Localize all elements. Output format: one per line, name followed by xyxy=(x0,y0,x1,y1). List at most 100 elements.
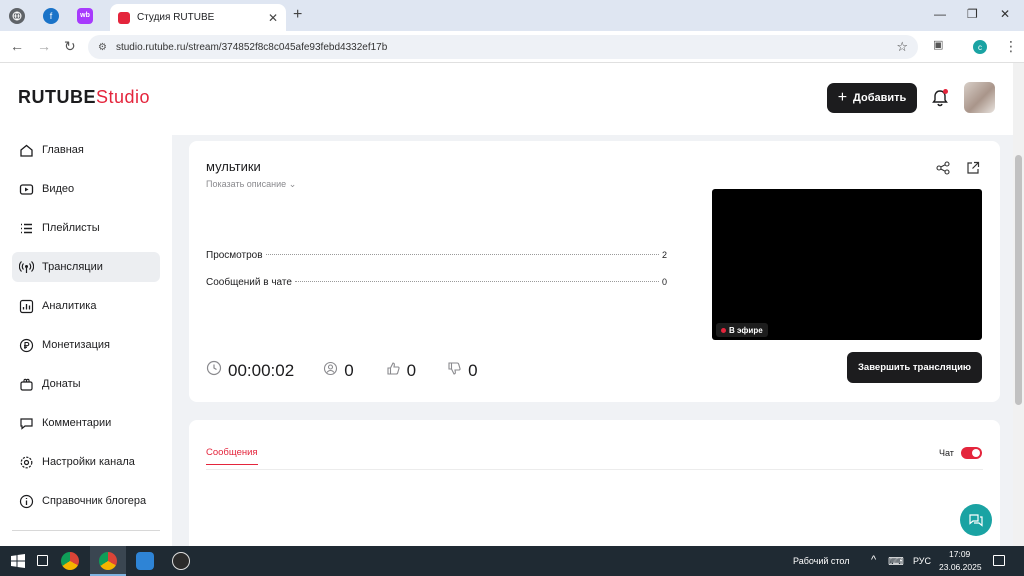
page-scrollbar[interactable] xyxy=(1013,63,1024,546)
likes-metric: 0 xyxy=(386,361,416,381)
sidebar-item-monetization[interactable]: Монетизация xyxy=(12,330,160,360)
sidebar-item-label: Комментарии xyxy=(42,417,112,429)
end-stream-button[interactable]: Завершить трансляцию xyxy=(847,352,982,383)
restore-icon[interactable]: ❐ xyxy=(967,7,978,21)
dotted-leader xyxy=(294,281,659,282)
sidebar: Главная Видео Плейлисты Трансляции Анали… xyxy=(0,135,172,546)
duration-value: 00:00:02 xyxy=(228,360,295,380)
new-tab-icon[interactable]: + xyxy=(293,6,302,24)
sidebar-item-label: Настройки канала xyxy=(42,456,135,468)
url-text: studio.rutube.ru/stream/374852f8c8c045af… xyxy=(115,41,388,53)
stream-card: мультики Показать описание ⌄ Просмотров … xyxy=(189,141,1000,402)
window-close-icon[interactable]: ✕ xyxy=(1000,7,1010,21)
likes-value: 0 xyxy=(406,360,417,380)
chrome-active-taskbar-icon[interactable] xyxy=(99,552,117,570)
clock-date[interactable]: 23.06.2025 xyxy=(939,562,982,572)
globe-icon[interactable] xyxy=(9,7,25,24)
open-external-icon[interactable] xyxy=(966,161,980,175)
gear-icon xyxy=(18,454,35,471)
viewers-value: 0 xyxy=(344,360,354,380)
tab-messages[interactable]: Сообщения xyxy=(206,447,258,465)
sidebar-item-home[interactable]: Главная xyxy=(12,135,160,165)
scrollbar-thumb[interactable] xyxy=(1015,155,1022,405)
chat-toggle-label: Чат xyxy=(939,448,954,458)
studio-app: RUTUBEStudio + Добавить Главная Видео Пл… xyxy=(0,63,1024,546)
media-router-icon[interactable]: ▣ xyxy=(933,38,943,51)
show-hidden-icons-icon[interactable]: ^ xyxy=(871,554,876,566)
forward-icon[interactable]: → xyxy=(37,38,51,54)
chat-toggle[interactable] xyxy=(961,447,982,459)
gift-icon xyxy=(18,376,35,393)
thumbs-down-icon xyxy=(447,361,462,381)
sidebar-item-blogger-guide[interactable]: Справочник блогера xyxy=(12,486,160,516)
stat-label: Просмотров xyxy=(206,250,263,261)
home-icon xyxy=(18,142,35,159)
stat-chat-messages: Сообщений в чате 0 xyxy=(206,277,667,288)
sidebar-item-label: Аналитика xyxy=(42,300,97,312)
toggle-knob xyxy=(972,449,980,457)
reload-icon[interactable]: ↻ xyxy=(64,38,76,55)
site-settings-icon[interactable]: ⚙ xyxy=(98,42,107,53)
sidebar-item-video[interactable]: Видео xyxy=(12,174,160,204)
profile-avatar[interactable]: c xyxy=(973,40,987,54)
chat-divider xyxy=(206,469,983,470)
broadcast-icon xyxy=(18,259,35,276)
add-button[interactable]: + Добавить xyxy=(827,83,917,113)
video-icon xyxy=(18,181,35,198)
show-description-label: Показать описание xyxy=(206,179,287,189)
stat-value: 0 xyxy=(661,277,667,287)
rutube-studio-logo[interactable]: RUTUBEStudio xyxy=(18,87,150,108)
tab-title: Студия RUTUBE xyxy=(137,12,215,23)
notification-dot xyxy=(943,89,948,94)
chrome-taskbar-icon[interactable] xyxy=(61,552,79,570)
tab-close-icon[interactable]: ✕ xyxy=(268,11,278,25)
sidebar-item-label: Трансляции xyxy=(42,261,103,273)
sidebar-item-label: Видео xyxy=(42,183,75,195)
wb-tab-icon[interactable]: wb xyxy=(77,7,93,24)
share-icon[interactable] xyxy=(936,161,950,175)
desktop-toolbar-label[interactable]: Рабочий стол xyxy=(793,556,850,566)
info-icon xyxy=(18,493,35,510)
viewer-icon xyxy=(323,361,338,381)
sidebar-item-label: Справочник блогера xyxy=(42,495,147,507)
url-field[interactable]: ⚙ studio.rutube.ru/stream/374852f8c8c045… xyxy=(88,35,918,59)
dotted-leader xyxy=(265,254,659,255)
rutube-favicon-icon xyxy=(118,11,130,24)
show-description-toggle[interactable]: Показать описание ⌄ xyxy=(206,179,296,190)
chat-card: Сообщения Чат xyxy=(189,420,1000,546)
live-dot-icon xyxy=(721,327,726,333)
windows-start-icon[interactable] xyxy=(11,554,25,573)
pinned-tab-icon[interactable]: f xyxy=(43,7,59,24)
sidebar-item-broadcasts[interactable]: Трансляции xyxy=(12,252,160,282)
stream-preview-player[interactable]: В эфире xyxy=(712,189,982,340)
support-chat-button[interactable] xyxy=(960,504,992,536)
bookmark-star-icon[interactable]: ☆ xyxy=(896,39,908,55)
playlist-icon xyxy=(18,220,35,237)
minimize-icon[interactable]: — xyxy=(934,7,946,21)
studio-header: RUTUBEStudio + Добавить xyxy=(0,63,1013,135)
task-view-icon[interactable] xyxy=(37,555,48,566)
sidebar-item-donations[interactable]: Донаты xyxy=(12,369,160,399)
clock-time[interactable]: 17:09 xyxy=(949,549,970,559)
notifications-center-icon[interactable] xyxy=(993,555,1005,566)
duration-metric: 00:00:02 xyxy=(206,360,294,381)
stream-metrics: 00:00:02 0 0 0 xyxy=(206,360,478,381)
chevron-down-icon: ⌄ xyxy=(288,179,297,189)
obs-taskbar-icon[interactable] xyxy=(172,552,190,570)
sidebar-item-playlists[interactable]: Плейлисты xyxy=(12,213,160,243)
back-icon[interactable]: ← xyxy=(10,38,24,54)
sidebar-item-label: Донаты xyxy=(42,378,81,390)
keyboard-icon[interactable]: ⌨ xyxy=(888,555,904,568)
notifications-bell-icon[interactable] xyxy=(931,89,949,107)
sidebar-item-channel-settings[interactable]: Настройки канала xyxy=(12,447,160,477)
sidebar-item-analytics[interactable]: Аналитика xyxy=(12,291,160,321)
user-avatar[interactable] xyxy=(964,82,995,113)
logo-main: RUTUBE xyxy=(18,87,96,107)
clock-icon xyxy=(206,360,222,381)
sidebar-divider xyxy=(12,530,160,531)
active-tab[interactable]: Студия RUTUBE ✕ xyxy=(110,4,286,31)
app-taskbar-icon[interactable] xyxy=(136,552,154,570)
more-menu-icon[interactable]: ⋮ xyxy=(1004,38,1018,55)
sidebar-item-comments[interactable]: Комментарии xyxy=(12,408,160,438)
language-indicator[interactable]: РУС xyxy=(913,556,931,566)
